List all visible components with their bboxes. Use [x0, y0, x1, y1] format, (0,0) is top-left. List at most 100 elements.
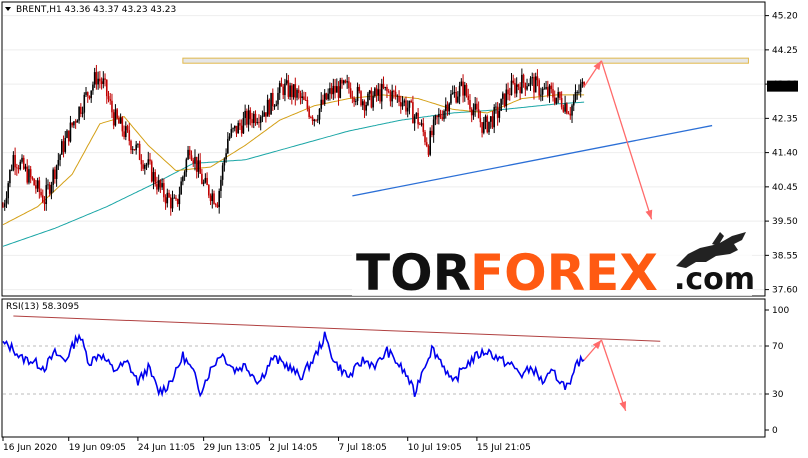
candle-body [301, 96, 304, 99]
candle-body [118, 118, 120, 124]
candle-body [553, 97, 556, 104]
candle-body [502, 93, 504, 99]
candle-body [434, 115, 437, 120]
candle-body [334, 85, 336, 93]
candle-body [510, 80, 513, 95]
candle-body [109, 99, 112, 101]
time-tick-label: 7 Jul 18:05 [339, 443, 387, 453]
candle-body [138, 143, 141, 160]
candle-body [259, 117, 262, 123]
candle-body [3, 203, 6, 207]
candle-body [491, 116, 494, 128]
candle-body [296, 89, 298, 98]
candle-body [131, 149, 134, 151]
time-tick-label: 10 Jul 19:05 [408, 443, 462, 453]
candle-body [450, 94, 452, 104]
candle-body [55, 165, 58, 179]
candle-body [66, 130, 68, 138]
candle-body [45, 185, 48, 205]
candle-body [325, 93, 328, 100]
candle-body [83, 94, 86, 113]
candle-body [38, 180, 41, 192]
candle-body [175, 197, 177, 199]
candle-body [43, 202, 46, 205]
candle-body [119, 117, 122, 124]
price-tick-label: 41.40 [772, 149, 798, 159]
candle-body [467, 95, 470, 101]
watermark-tor: TOR [356, 244, 471, 302]
candle-body [14, 155, 16, 168]
candle-body [320, 99, 323, 109]
candle-body [453, 91, 456, 93]
candle-body [252, 113, 255, 124]
candle-body [522, 74, 525, 83]
candle-body [527, 84, 530, 87]
candle-body [576, 91, 579, 93]
candle-body [90, 90, 93, 99]
candle-body [57, 159, 60, 166]
candle-body [408, 100, 411, 108]
candle-body [394, 91, 397, 97]
candle-body [403, 100, 406, 103]
candle-body [512, 80, 515, 83]
candle-body [9, 169, 11, 184]
candle-body [507, 89, 509, 95]
time-tick-label: 16 Jun 2020 [3, 443, 57, 453]
candle-body [370, 90, 373, 108]
candle-body [316, 119, 319, 121]
candle-body [363, 101, 366, 111]
candle-body [74, 121, 77, 123]
candle-body [86, 92, 89, 96]
torforex-watermark: TOR FOREX .com [352, 232, 755, 302]
price-tick-label: 44.25 [772, 46, 798, 56]
candle-body [227, 138, 229, 154]
watermark-forex: FOREX [470, 244, 658, 302]
current-price-marker: 43.23 [767, 80, 798, 93]
candle-body [313, 119, 316, 121]
candle-body [31, 177, 34, 179]
candle-body [368, 90, 371, 94]
candle-body [564, 103, 566, 112]
candle-body [387, 91, 390, 93]
candle-body [398, 95, 400, 102]
candle-body [149, 159, 151, 162]
candle-body [61, 141, 63, 155]
candle-body [100, 81, 103, 84]
candle-body [171, 198, 174, 209]
candle-body [355, 101, 357, 102]
candle-body [166, 192, 169, 204]
candle-body [48, 184, 51, 194]
candle-body [382, 83, 385, 88]
candle-body [559, 92, 561, 98]
candle-body [173, 197, 176, 199]
candle-body [420, 123, 423, 125]
candle-body [457, 96, 459, 103]
candle-body [460, 81, 463, 86]
candle-body [208, 185, 210, 196]
candle-body [199, 160, 201, 174]
candle-body [330, 88, 333, 95]
candle-body [446, 104, 449, 112]
candle-body [247, 110, 250, 125]
candle-body [481, 122, 483, 133]
candle-body [341, 79, 343, 84]
candle-body [515, 84, 518, 94]
price-axis-ticks: 45.2044.2543.3042.3541.4040.4539.5038.55… [765, 12, 798, 296]
candle-body [64, 137, 67, 152]
candle-body [197, 160, 200, 172]
candle-body [358, 86, 361, 92]
candle-body [169, 197, 172, 209]
candle-body [548, 85, 551, 96]
candle-body [439, 113, 442, 118]
candle-body [484, 116, 487, 123]
candle-body [185, 159, 188, 173]
candle-body [161, 183, 163, 188]
candle-body [555, 97, 558, 104]
candle-body [348, 81, 350, 89]
candle-body [29, 169, 32, 178]
candle-body [315, 119, 317, 121]
candle-body [204, 177, 207, 183]
candle-body [147, 159, 150, 165]
candle-body [448, 103, 451, 112]
candle-body [254, 113, 257, 123]
